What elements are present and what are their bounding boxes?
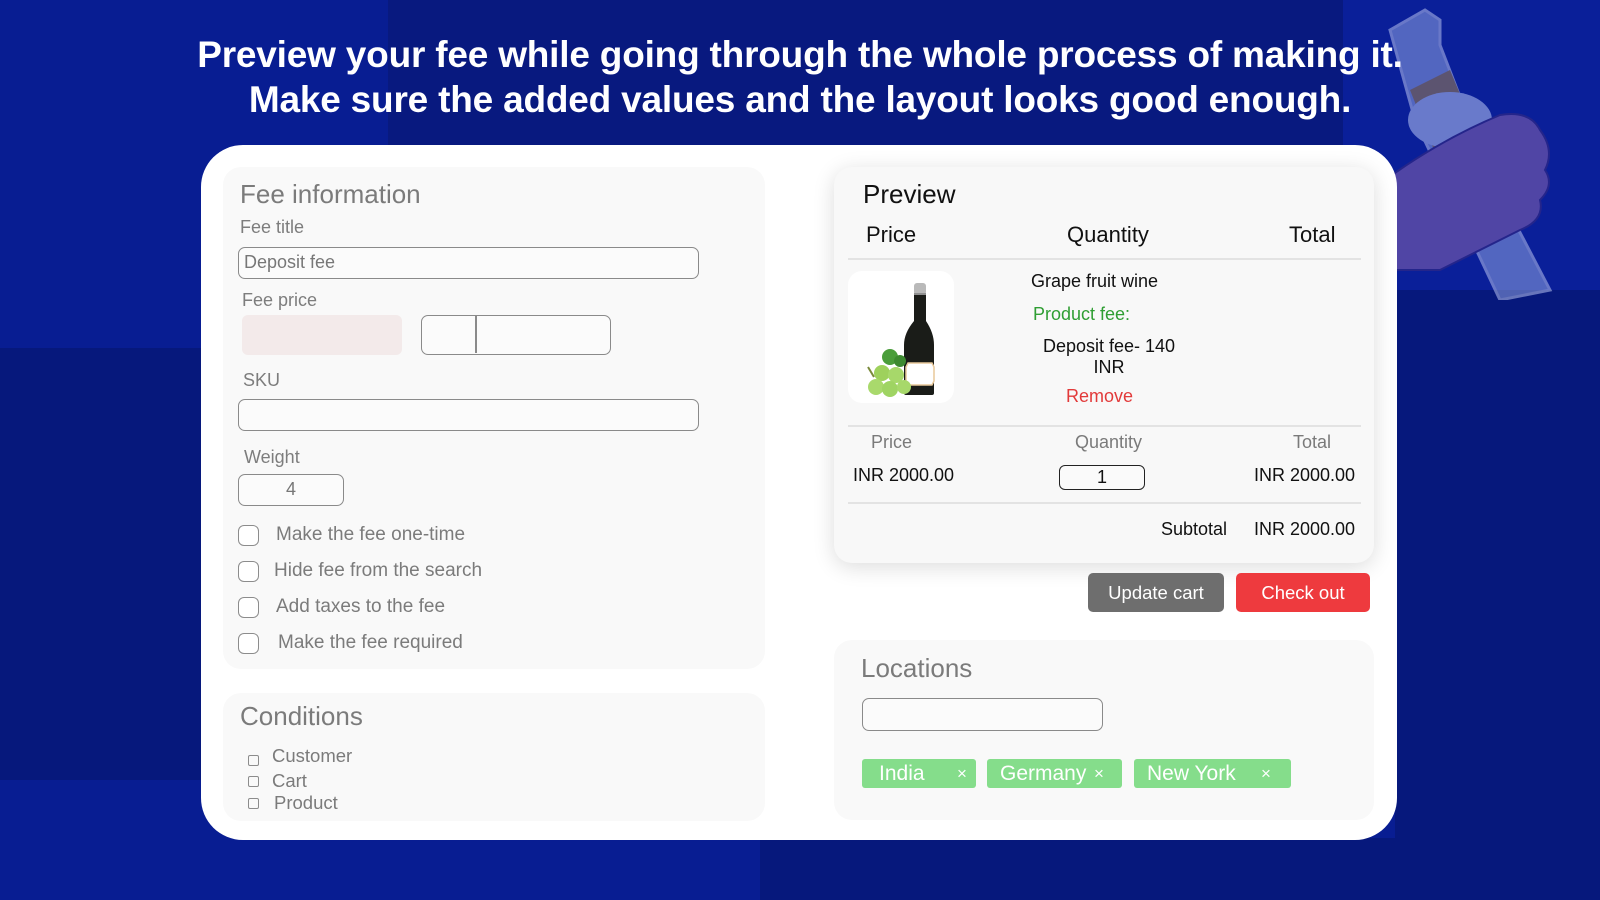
checkbox[interactable] [238, 560, 259, 582]
update-cart-button[interactable]: Update cart [1088, 573, 1224, 612]
sku-input[interactable] [238, 399, 699, 431]
divider [848, 425, 1361, 427]
option-label: Hide fee from the search [274, 560, 483, 581]
remove-tag-icon[interactable]: × [957, 759, 967, 788]
condition-label: Customer [272, 745, 353, 766]
condition-label: Cart [272, 770, 307, 791]
remove-link[interactable]: Remove [1066, 386, 1133, 407]
product-fee-value: Deposit fee- 140 INR [1014, 336, 1204, 378]
headline: Preview your fee while going through the… [0, 32, 1600, 122]
condition-customer[interactable]: Customer [248, 745, 352, 767]
line-total-label: Total [1293, 432, 1332, 452]
fee-price-label: Fee price [242, 290, 318, 310]
tag-label: New York [1147, 762, 1236, 785]
line-quantity-label: Quantity [1075, 432, 1143, 452]
locations-panel: Locations India × Germany × New York × [834, 640, 1374, 820]
check-out-button[interactable]: Check out [1236, 573, 1370, 612]
locations-input[interactable] [862, 698, 1103, 731]
option-add-taxes[interactable]: Add taxes to the fee [238, 596, 445, 618]
main-card: Fee information Fee title Deposit fee Fe… [201, 145, 1397, 840]
option-label: Make the fee required [278, 632, 463, 653]
preview-title: Preview [863, 179, 956, 209]
sku-label: SKU [243, 370, 281, 390]
checkbox[interactable] [248, 754, 259, 766]
fee-information-title: Fee information [240, 179, 421, 209]
checkbox[interactable] [248, 797, 259, 809]
fee-information-panel: Fee information Fee title Deposit fee Fe… [223, 167, 765, 669]
background-block [0, 348, 205, 780]
divider [848, 258, 1361, 260]
weight-label: Weight [244, 447, 300, 467]
location-tag: New York × [1134, 759, 1291, 788]
subtotal-value: INR 2000.00 [1254, 519, 1356, 539]
product-name: Grape fruit wine [1031, 271, 1159, 291]
fee-title-label: Fee title [240, 217, 305, 237]
option-label: Add taxes to the fee [276, 596, 446, 617]
product-fee-label: Product fee: [1033, 304, 1131, 324]
headline-line-2: Make sure the added values and the layou… [248, 79, 1352, 120]
header-price: Price [866, 222, 917, 247]
fee-price-input[interactable] [242, 315, 402, 355]
background-block [1395, 290, 1600, 850]
location-tag: Germany × [987, 759, 1122, 788]
location-tag: India × [862, 759, 976, 788]
wine-bottle-icon [867, 283, 935, 397]
line-price: INR 2000.00 [853, 465, 955, 485]
divider [848, 502, 1361, 504]
product-thumbnail [848, 271, 954, 403]
headline-line-1: Preview your fee while going through the… [197, 34, 1403, 75]
line-price-label: Price [871, 432, 913, 452]
fee-line-2: INR [1093, 357, 1125, 377]
locations-title: Locations [861, 653, 973, 683]
fee-title-input[interactable]: Deposit fee [238, 247, 699, 279]
quantity-input[interactable]: 1 [1059, 465, 1145, 490]
checkbox[interactable] [238, 632, 259, 654]
fee-line-1: Deposit fee- 140 [1042, 336, 1176, 356]
checkbox[interactable] [238, 524, 259, 546]
checkbox[interactable] [238, 596, 259, 618]
remove-tag-icon[interactable]: × [1261, 759, 1271, 788]
condition-cart[interactable]: Cart [248, 770, 307, 792]
fee-price-currency-input[interactable] [421, 315, 611, 355]
tag-label: India [879, 762, 925, 785]
checkbox[interactable] [248, 775, 259, 787]
option-hide-from-search[interactable]: Hide fee from the search [238, 560, 482, 582]
condition-product[interactable]: Product [248, 792, 338, 814]
header-quantity: Quantity [1067, 222, 1149, 247]
conditions-title: Conditions [240, 701, 363, 731]
conditions-panel: Conditions Customer Cart Product [223, 693, 765, 821]
condition-label: Product [274, 792, 338, 813]
remove-tag-icon[interactable]: × [1094, 759, 1104, 788]
preview-panel: Preview Price Quantity Total Grape fruit… [834, 167, 1374, 563]
subtotal-label: Subtotal [1161, 519, 1228, 539]
header-total: Total [1289, 222, 1336, 247]
tag-label: Germany [1000, 762, 1087, 785]
input-divider [475, 316, 477, 353]
line-total: INR 2000.00 [1254, 465, 1356, 485]
option-one-time[interactable]: Make the fee one-time [238, 524, 465, 546]
option-label: Make the fee one-time [276, 524, 466, 545]
weight-input[interactable]: 4 [238, 474, 344, 506]
option-required[interactable]: Make the fee required [238, 632, 463, 654]
